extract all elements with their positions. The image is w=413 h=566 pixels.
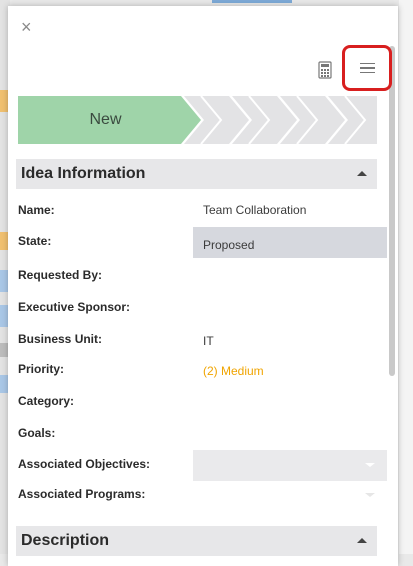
- field-label: Category:: [18, 394, 75, 408]
- executive-sponsor-value[interactable]: [193, 299, 387, 330]
- field-executive-sponsor: Executive Sponsor:: [18, 299, 378, 331]
- field-label: Associated Objectives:: [18, 457, 151, 471]
- state-value[interactable]: Proposed: [193, 227, 387, 258]
- associated-objectives-dropdown[interactable]: [193, 450, 387, 481]
- background-marker: [0, 305, 8, 327]
- chevron-down-icon: [365, 493, 375, 497]
- background-tab-indicator: [212, 0, 292, 3]
- background-marker: [0, 375, 8, 393]
- priority-value[interactable]: (2) Medium: [193, 363, 387, 394]
- process-stage-bar: New: [18, 96, 377, 144]
- close-icon: ×: [21, 17, 32, 37]
- scrollbar[interactable]: [386, 46, 398, 386]
- business-unit-value[interactable]: IT: [193, 333, 387, 364]
- field-category: Category:: [18, 393, 378, 425]
- section-header-idea-information[interactable]: Idea Information: [16, 159, 377, 189]
- field-label: Requested By:: [18, 268, 103, 282]
- chevron-down-icon: [365, 463, 375, 467]
- field-label: Associated Programs:: [18, 487, 146, 501]
- field-associated-objectives: Associated Objectives:: [18, 450, 387, 488]
- section-title: Description: [21, 532, 110, 549]
- calculator-icon[interactable]: [318, 61, 332, 79]
- field-state: State: Proposed: [18, 227, 387, 265]
- field-label: Executive Sponsor:: [18, 300, 131, 314]
- field-associated-programs: Associated Programs:: [18, 486, 378, 518]
- field-label: State:: [18, 234, 52, 248]
- background-scroll-area: [399, 0, 413, 554]
- hamburger-menu-icon: [359, 60, 375, 77]
- background-marker: [0, 90, 8, 112]
- field-priority: Priority: (2) Medium: [18, 361, 378, 393]
- field-label: Priority:: [18, 362, 65, 376]
- section-header-description[interactable]: Description: [16, 526, 377, 556]
- category-value[interactable]: [193, 393, 387, 424]
- associated-programs-dropdown[interactable]: [193, 486, 387, 517]
- collapse-icon[interactable]: [357, 538, 367, 543]
- field-label: Name:: [18, 203, 55, 217]
- field-label: Business Unit:: [18, 332, 103, 346]
- section-title: Idea Information: [21, 165, 146, 182]
- close-button[interactable]: ×: [21, 18, 32, 36]
- collapse-icon[interactable]: [357, 171, 367, 176]
- menu-button[interactable]: [342, 45, 392, 91]
- field-business-unit: Business Unit: IT: [18, 331, 378, 363]
- background-marker: [0, 343, 8, 357]
- background-marker: [0, 270, 8, 292]
- stage-new[interactable]: New: [18, 96, 193, 144]
- field-label: Goals:: [18, 426, 56, 440]
- requested-by-value[interactable]: [193, 267, 387, 298]
- side-panel: × New Idea Information Name: Team Collab…: [8, 6, 398, 566]
- field-requested-by: Requested By:: [18, 267, 378, 299]
- background-marker: [0, 232, 8, 250]
- scrollbar-thumb[interactable]: [389, 46, 395, 376]
